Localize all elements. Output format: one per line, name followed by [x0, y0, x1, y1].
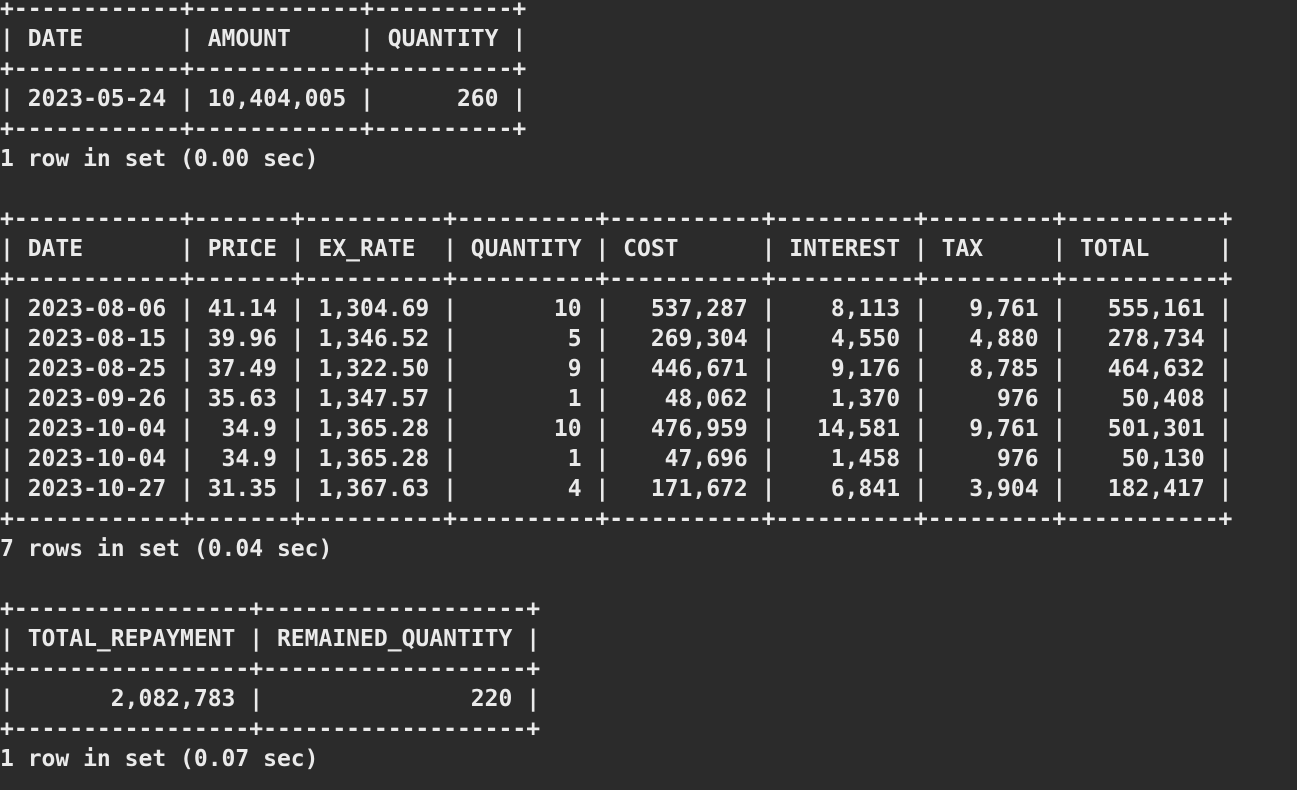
table3-status: 1 row in set (0.07 sec) [0, 746, 319, 772]
table3-border-top: +-----------------+-------------------+ [0, 596, 541, 622]
table1-border-mid: +------------+------------+----------+ [0, 56, 527, 82]
terminal-output[interactable]: +------------+------------+----------+ |… [0, 0, 1297, 790]
table2-row: | 2023-09-26 | 35.63 | 1,347.57 | 1 | 48… [0, 386, 1233, 412]
table1-row: | 2023-05-24 | 10,404,005 | 260 | [0, 86, 527, 112]
table2-row: | 2023-08-15 | 39.96 | 1,346.52 | 5 | 26… [0, 326, 1233, 352]
table1-status: 1 row in set (0.00 sec) [0, 146, 319, 172]
table1-header-row: | DATE | AMOUNT | QUANTITY | [0, 26, 527, 52]
table2-border-mid: +------------+-------+----------+-------… [0, 266, 1233, 292]
table1-border-top: +------------+------------+----------+ [0, 0, 527, 22]
table3-border-bottom: +-----------------+-------------------+ [0, 716, 541, 742]
table3-border-mid: +-----------------+-------------------+ [0, 656, 541, 682]
table2-border-bottom: +------------+-------+----------+-------… [0, 506, 1233, 532]
table2-row: | 2023-10-04 | 34.9 | 1,365.28 | 1 | 47,… [0, 446, 1233, 472]
table2-status: 7 rows in set (0.04 sec) [0, 536, 333, 562]
table2-row: | 2023-08-25 | 37.49 | 1,322.50 | 9 | 44… [0, 356, 1233, 382]
table2-row: | 2023-08-06 | 41.14 | 1,304.69 | 10 | 5… [0, 296, 1233, 322]
table2-header-row: | DATE | PRICE | EX_RATE | QUANTITY | CO… [0, 236, 1233, 262]
table1-border-bottom: +------------+------------+----------+ [0, 116, 527, 142]
table2-row: | 2023-10-27 | 31.35 | 1,367.63 | 4 | 17… [0, 476, 1233, 502]
table3-row: | 2,082,783 | 220 | [0, 686, 541, 712]
table2-row: | 2023-10-04 | 34.9 | 1,365.28 | 10 | 47… [0, 416, 1233, 442]
table2-border-top: +------------+-------+----------+-------… [0, 206, 1233, 232]
table3-header-row: | TOTAL_REPAYMENT | REMAINED_QUANTITY | [0, 626, 541, 652]
